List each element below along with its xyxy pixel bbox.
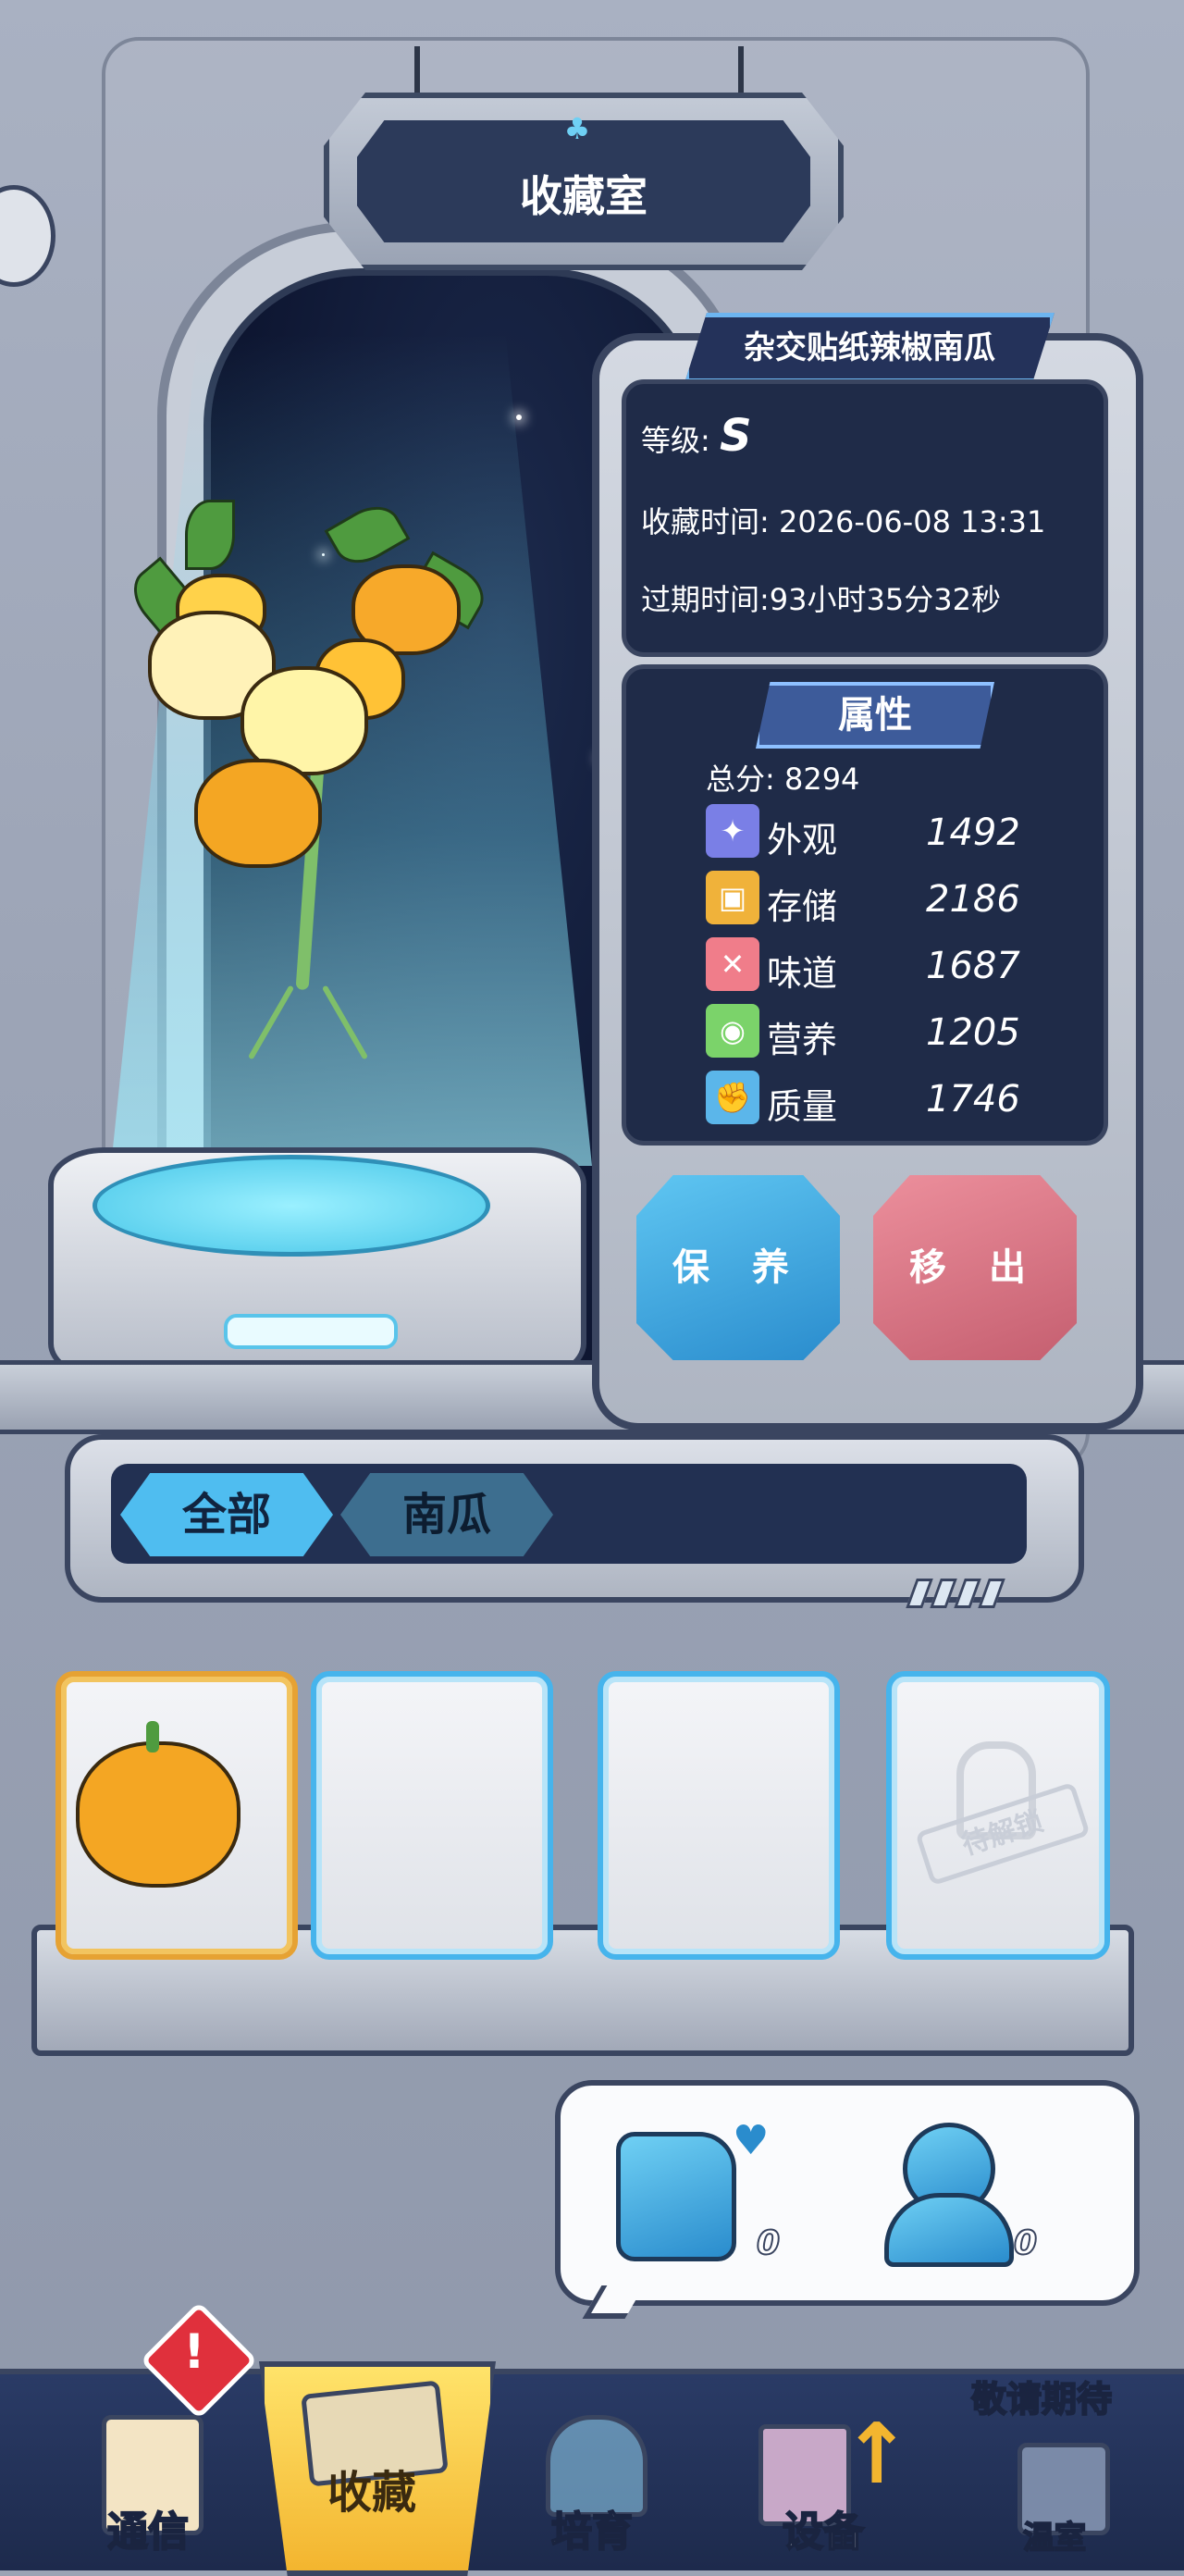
extra-slot-count: 额外展位:1/10 — [618, 248, 764, 274]
star — [516, 415, 522, 420]
nav-label: 温室 — [1022, 2519, 1087, 2557]
like-count: 0 — [756, 2223, 781, 2263]
grade-value: S — [719, 410, 752, 462]
nav-label-active: 收藏 — [327, 2467, 416, 2519]
total-score: 总分: 8294 — [706, 756, 859, 799]
attr-row-storage: ▣ 存储 2186 — [706, 871, 1076, 928]
attr-row-taste: ✕ 味道 1687 — [706, 937, 1076, 995]
attr-name: 味道 — [767, 953, 838, 994]
filter-bar: 全部 南瓜 — [65, 1434, 1084, 1603]
attr-row-appearance: ✦ 外观 1492 — [706, 804, 1076, 861]
total-value: 8294 — [783, 762, 860, 797]
collection-card-empty[interactable] — [598, 1671, 840, 1960]
attr-row-nutrition: ◉ 营养 1205 — [706, 1004, 1076, 1061]
attr-value: 1687 — [926, 945, 1020, 987]
grade-row: 等级: S — [641, 410, 752, 462]
grade-label: 等级: — [641, 423, 710, 458]
attr-row-quality: ✊ 质量 1746 — [706, 1071, 1076, 1128]
attr-name: 质量 — [767, 1086, 838, 1127]
thumbs-up-icon[interactable] — [616, 2132, 736, 2261]
collection-card-filled[interactable] — [56, 1671, 298, 1960]
visitor-count: 0 — [1013, 2223, 1038, 2263]
collection-card-locked[interactable]: 待解锁 — [886, 1671, 1110, 1960]
utensils-icon: ✕ — [706, 937, 759, 991]
attr-value: 1205 — [926, 1011, 1020, 1054]
alert-icon: ! — [183, 2324, 205, 2380]
attr-name: 存储 — [767, 886, 838, 927]
nav-item-equipment[interactable]: ↑ 设备 — [731, 2406, 916, 2565]
attributes-panel: 属性 总分: 8294 ✦ 外观 1492 ▣ 存储 2186 ✕ 味道 168… — [622, 664, 1108, 1146]
muscle-icon: ✊ — [706, 1071, 759, 1124]
expire-label: 过期时间: — [641, 582, 770, 617]
attr-name: 营养 — [767, 1020, 838, 1060]
plant-pumpkin-illustration — [121, 481, 494, 1060]
filter-all-tab[interactable]: 全部 — [120, 1473, 333, 1556]
collected-row: 收藏时间: 2026-06-08 13:31 — [641, 499, 1045, 541]
nutrition-icon: ◉ — [706, 1004, 759, 1058]
nav-label: 通信 — [106, 2508, 190, 2557]
sprout-icon: ♣ — [563, 111, 591, 146]
decor-stripes — [906, 1579, 1005, 1608]
item-details: 等级: S 收藏时间: 2026-06-08 13:31 过期时间:93小时35… — [622, 379, 1108, 657]
visitor-icon-body — [884, 2193, 1014, 2267]
social-bubble: ♥ 0 0 — [555, 2080, 1140, 2306]
page-title: 收藏室 — [520, 171, 648, 221]
expire-row: 过期时间:93小时35分32秒 — [641, 576, 1001, 619]
remove-button[interactable]: 移 出 — [873, 1175, 1077, 1360]
nav-label: 设备 — [782, 2508, 865, 2557]
coming-soon-label: 敬请期待 — [970, 2378, 1113, 2421]
pumpkin-icon — [76, 1741, 240, 1888]
collected-label: 收藏时间: — [641, 504, 770, 539]
attr-name: 外观 — [767, 820, 838, 861]
expire-time: 93小时35分32秒 — [769, 582, 1001, 617]
sparkle-icon: ✦ — [706, 804, 759, 858]
care-button[interactable]: 保 养 — [636, 1175, 840, 1360]
nav-item-greenhouse: 温室 — [962, 2406, 1147, 2565]
nav-item-comms[interactable]: 通信 — [56, 2406, 240, 2565]
nav-label: 培育 — [550, 2508, 634, 2557]
total-label: 总分: — [706, 762, 775, 797]
filter-track: 全部 南瓜 — [111, 1464, 1027, 1564]
attr-value: 1746 — [926, 1078, 1020, 1121]
nav-item-breeding[interactable]: 培育 — [500, 2406, 684, 2565]
filter-pumpkin-tab[interactable]: 南瓜 — [340, 1473, 553, 1556]
collected-time: 2026-06-08 13:31 — [778, 504, 1046, 539]
item-name: 杂交贴纸辣椒南瓜 — [684, 313, 1054, 383]
box-icon: ▣ — [706, 871, 759, 924]
attr-value: 2186 — [926, 878, 1020, 921]
attributes-title: 属性 — [756, 682, 994, 749]
collection-card-empty[interactable] — [311, 1671, 553, 1960]
upgrade-arrow-icon: ↑ — [842, 2406, 912, 2503]
heart-icon: ♥ — [733, 2117, 770, 2164]
pumpkin-stem — [146, 1721, 159, 1752]
attr-value: 1492 — [926, 811, 1020, 854]
pedestal-glow — [92, 1155, 490, 1257]
pedestal-light — [224, 1314, 398, 1349]
